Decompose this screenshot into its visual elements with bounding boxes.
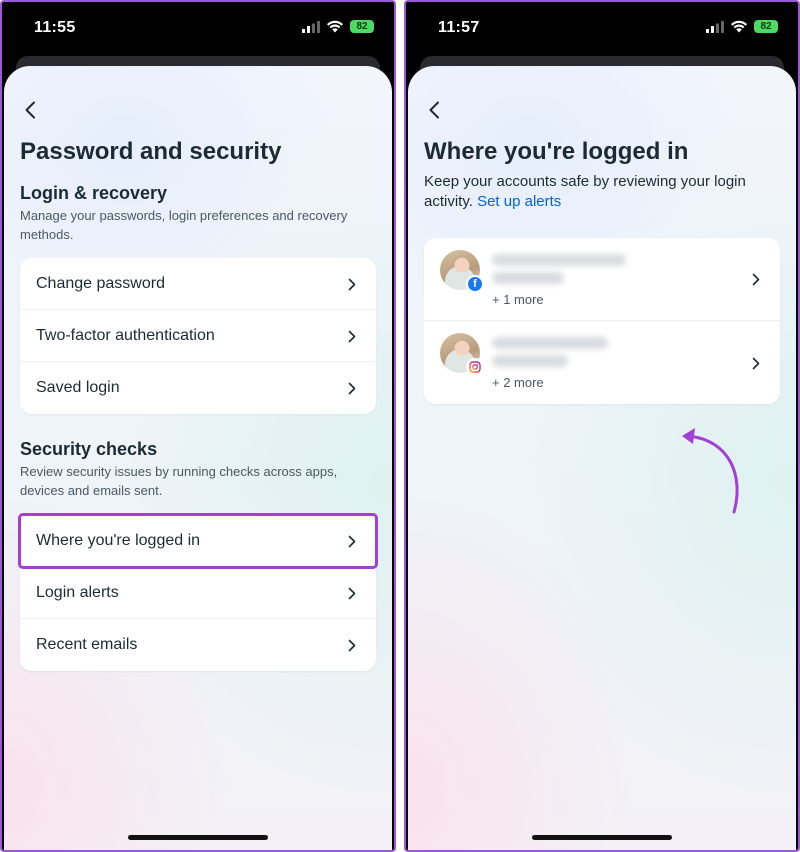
avatar: f <box>440 250 484 293</box>
status-icons: 82 <box>302 20 374 33</box>
section-title-login-recovery: Login & recovery <box>20 183 168 203</box>
redacted-account-detail <box>492 272 564 284</box>
where-youre-logged-in-row[interactable]: Where you're logged in <box>18 513 378 569</box>
section-desc-security-checks: Review security issues by running checks… <box>20 464 338 498</box>
status-time: 11:55 <box>34 19 76 36</box>
status-bar: 11:57 82 <box>406 2 798 56</box>
more-sessions-count: + 2 more <box>492 375 544 390</box>
phone-screen-left: 11:55 82 Password and security Login & r <box>0 0 396 852</box>
instagram-glyph <box>469 361 481 373</box>
row-label: Saved login <box>36 379 120 396</box>
avatar <box>440 333 484 376</box>
redacted-account-name <box>492 337 608 349</box>
redacted-account-detail <box>492 355 568 367</box>
wifi-icon <box>731 20 747 33</box>
login-alerts-row[interactable]: Login alerts <box>20 567 376 619</box>
row-label: Change password <box>36 274 165 292</box>
section-title-security-checks: Security checks <box>20 439 158 459</box>
chevron-right-icon <box>348 587 356 599</box>
security-checks-card: Where you're logged in Login alerts Rece… <box>18 513 378 671</box>
signal-icon <box>302 20 320 33</box>
annotation-arrow <box>682 428 739 514</box>
saved-login-row[interactable]: Saved login <box>20 362 376 414</box>
back-arrow-icon <box>25 101 35 119</box>
status-bar: 11:55 82 <box>2 2 394 56</box>
facebook-icon: f <box>466 275 484 293</box>
chevron-right-icon <box>348 278 356 290</box>
more-sessions-count: + 1 more <box>492 292 544 307</box>
status-time: 11:57 <box>438 19 480 36</box>
account-row-instagram[interactable]: + 2 more <box>424 321 780 404</box>
set-up-alerts-link[interactable]: Set up alerts <box>477 193 561 210</box>
change-password-row[interactable]: Change password <box>20 258 376 310</box>
password-security-sheet: Password and security Login & recovery M… <box>4 66 392 850</box>
battery-indicator: 82 <box>350 20 374 33</box>
back-button[interactable] <box>16 96 44 124</box>
chevron-right-icon <box>752 273 760 286</box>
status-icons: 82 <box>706 20 778 33</box>
chevron-right-icon <box>348 382 356 395</box>
wifi-icon <box>327 20 343 33</box>
back-arrow-icon <box>429 101 439 119</box>
logged-in-accounts-card: f + 1 more + 2 more <box>424 238 780 404</box>
chevron-right-icon <box>348 535 356 547</box>
battery-indicator: 82 <box>754 20 778 33</box>
chevron-right-icon <box>348 639 356 652</box>
chevron-right-icon <box>348 330 356 342</box>
chevron-right-icon <box>752 357 760 369</box>
section-desc-login-recovery: Manage your passwords, login preferences… <box>20 208 348 242</box>
phone-screen-right: 11:57 82 Where you're logged in Keep you… <box>404 0 800 852</box>
page-title: Password and security <box>20 138 282 165</box>
instagram-icon <box>466 358 484 376</box>
intro-text: Keep your accounts safe by reviewing you… <box>424 172 780 212</box>
two-factor-authentication-row[interactable]: Two-factor authentication <box>20 310 376 362</box>
intro-description: Keep your accounts safe by reviewing you… <box>424 173 746 210</box>
row-label: Recent emails <box>36 636 138 653</box>
login-recovery-card: Change password Two-factor authenticatio… <box>20 258 376 414</box>
page-title: Where you're logged in <box>424 138 689 165</box>
row-label: Where you're logged in <box>36 531 201 549</box>
account-row-facebook[interactable]: f + 1 more <box>424 238 780 321</box>
row-label: Two-factor authentication <box>36 326 215 344</box>
home-indicator[interactable] <box>128 835 268 840</box>
redacted-account-name <box>492 254 626 266</box>
recent-emails-row[interactable]: Recent emails <box>20 619 376 671</box>
where-logged-in-sheet: Where you're logged in Keep your account… <box>408 66 796 850</box>
signal-icon <box>706 20 724 33</box>
home-indicator[interactable] <box>532 835 672 840</box>
row-label: Login alerts <box>36 583 119 601</box>
back-button[interactable] <box>420 96 448 124</box>
